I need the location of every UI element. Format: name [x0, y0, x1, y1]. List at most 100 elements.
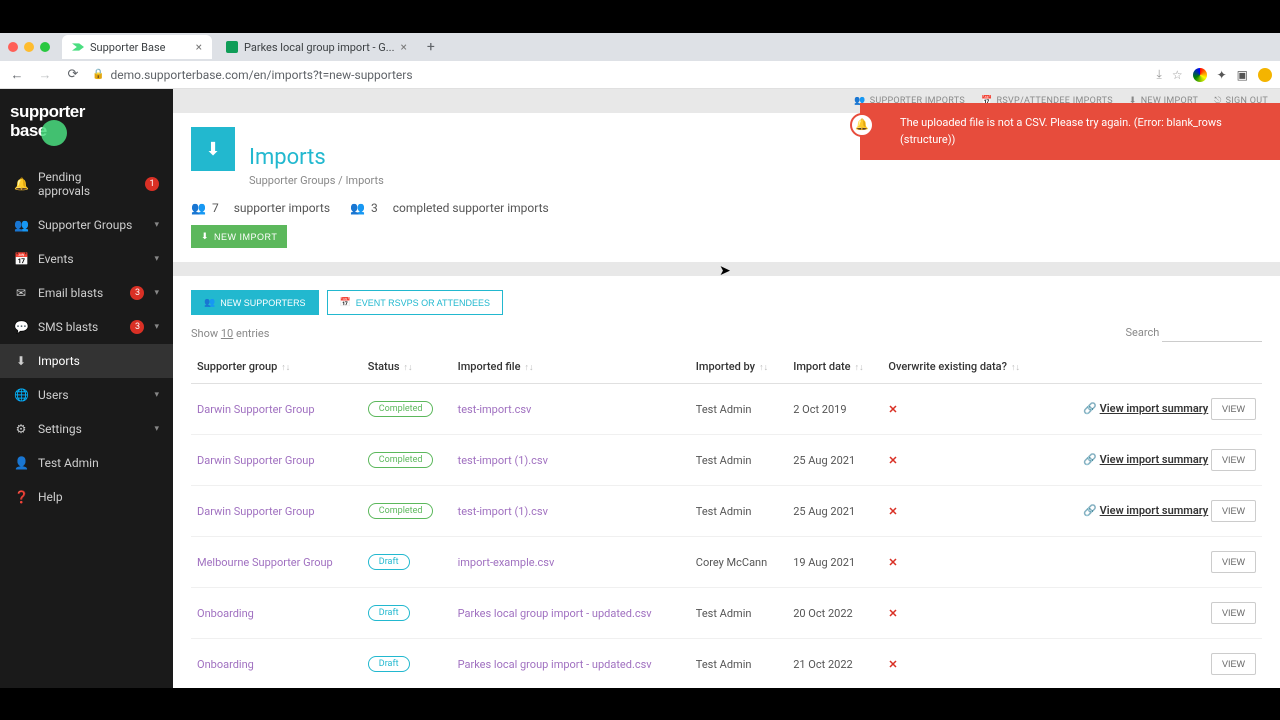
sidebar-item-settings[interactable]: ⚙Settings▾ [0, 412, 173, 446]
view-button[interactable]: VIEW [1211, 602, 1256, 624]
import-date: 2 Oct 2019 [787, 384, 882, 435]
extension-icon[interactable] [1193, 68, 1207, 82]
tab-new-supporters[interactable]: 👥NEW SUPPORTERS [191, 290, 319, 315]
extensions-icon[interactable]: ✦ [1217, 68, 1227, 82]
error-toast: 🔔 The uploaded file is not a CSV. Please… [860, 103, 1280, 160]
new-import-button[interactable]: ⬇ NEW IMPORT [191, 225, 287, 248]
url-text: demo.supporterbase.com/en/imports?t=new-… [110, 68, 412, 82]
col-overwrite[interactable]: Overwrite existing data?↑↓ [882, 350, 1048, 384]
chevron-down-icon: ▾ [154, 254, 159, 264]
cross-icon: ✕ [888, 403, 897, 416]
sms-icon: 💬 [14, 320, 28, 334]
file-link[interactable]: Parkes local group import - updated.csv [458, 658, 652, 671]
group-link[interactable]: Darwin Supporter Group [197, 454, 315, 467]
badge: 1 [145, 177, 159, 191]
view-button[interactable]: VIEW [1211, 398, 1256, 420]
col-date[interactable]: Import date↑↓ [787, 350, 882, 384]
chevron-down-icon: ▾ [154, 322, 159, 332]
col-group[interactable]: Supporter group↑↓ [191, 350, 362, 384]
logo[interactable]: supporterbase [0, 89, 173, 160]
globe-icon: 🌐 [14, 388, 28, 402]
sidebar-item-test-admin[interactable]: 👤Test Admin [0, 446, 173, 480]
window-maximize-icon[interactable] [40, 42, 50, 52]
view-button[interactable]: VIEW [1211, 449, 1256, 471]
sidebar-item-label: Settings [38, 422, 144, 436]
entries-selector[interactable]: Show 10 entries [191, 327, 269, 340]
chevron-down-icon: ▾ [154, 288, 159, 298]
table-row: Darwin Supporter GroupCompletedtest-impo… [191, 486, 1262, 537]
sidebar-item-events[interactable]: 📅Events▾ [0, 242, 173, 276]
search-input[interactable] [1162, 325, 1262, 342]
group-link[interactable]: Melbourne Supporter Group [197, 556, 333, 569]
view-button[interactable]: VIEW [1211, 500, 1256, 522]
file-link[interactable]: Parkes local group import - updated.csv [458, 607, 652, 620]
view-summary-link[interactable]: View import summary [1100, 402, 1209, 415]
panel-icon[interactable]: ▣ [1237, 68, 1248, 82]
sidebar-item-email-blasts[interactable]: ✉Email blasts3▾ [0, 276, 173, 310]
table-row: OnboardingDraftParkes local group import… [191, 639, 1262, 689]
status-badge: Draft [368, 554, 410, 570]
view-summary-link[interactable]: View import summary [1100, 504, 1209, 517]
toast-message: The uploaded file is not a CSV. Please t… [900, 116, 1222, 146]
link-icon: 🔗 [1083, 402, 1097, 415]
tab-event-rsvps[interactable]: 📅EVENT RSVPS OR ATTENDEES [327, 290, 503, 315]
calendar-icon: 📅 [14, 252, 28, 266]
breadcrumb-current: Imports [345, 174, 383, 187]
file-link[interactable]: test-import (1).csv [458, 454, 548, 467]
import-date: 21 Oct 2022 [787, 639, 882, 689]
link-icon: 🔗 [1083, 453, 1097, 466]
sidebar-item-imports[interactable]: ⬇Imports [0, 344, 173, 378]
col-by[interactable]: Imported by↑↓ [690, 350, 787, 384]
link-icon: 🔗 [1083, 504, 1097, 517]
group-link[interactable]: Onboarding [197, 658, 254, 671]
sidebar-item-pending-approvals[interactable]: 🔔Pending approvals1 [0, 160, 173, 208]
reload-button[interactable]: ⟳ [64, 67, 82, 82]
url-bar: ← → ⟳ 🔒 demo.supporterbase.com/en/import… [0, 61, 1280, 89]
file-link[interactable]: test-import.csv [458, 403, 532, 416]
sidebar-item-sms-blasts[interactable]: 💬SMS blasts3▾ [0, 310, 173, 344]
file-link[interactable]: import-example.csv [458, 556, 555, 569]
file-link[interactable]: test-import (1).csv [458, 505, 548, 518]
sidebar-item-label: Supporter Groups [38, 218, 144, 232]
view-button[interactable]: VIEW [1211, 653, 1256, 675]
sidebar-item-supporter-groups[interactable]: 👥Supporter Groups▾ [0, 208, 173, 242]
address-bar[interactable]: 🔒 demo.supporterbase.com/en/imports?t=ne… [92, 68, 1147, 82]
tab-title: Supporter Base [90, 41, 165, 54]
group-link[interactable]: Darwin Supporter Group [197, 403, 315, 416]
status-badge: Draft [368, 605, 410, 621]
sidebar-item-label: Test Admin [38, 456, 159, 470]
tab-close-icon[interactable]: × [196, 40, 202, 54]
cross-icon: ✕ [888, 505, 897, 518]
download-icon: ⬇ [14, 354, 28, 368]
download-icon: ⬇ [201, 231, 209, 242]
profile-avatar[interactable] [1258, 68, 1272, 82]
window-close-icon[interactable] [8, 42, 18, 52]
chevron-down-icon: ▾ [154, 220, 159, 230]
table-row: Melbourne Supporter Group Draft import-exa… [191, 537, 1262, 588]
col-file[interactable]: Imported file↑↓ [452, 350, 690, 384]
sidebar-item-users[interactable]: 🌐Users▾ [0, 378, 173, 412]
new-tab-button[interactable]: + [421, 37, 441, 57]
cross-icon: ✕ [888, 658, 897, 671]
group-link[interactable]: Onboarding [197, 607, 254, 620]
breadcrumb-root[interactable]: Supporter Groups [249, 174, 335, 187]
group-link[interactable]: Darwin Supporter Group [197, 505, 315, 518]
browser-tab-supporter-base[interactable]: Supporter Base × [62, 35, 212, 59]
browser-tab-sheets[interactable]: Parkes local group import - G... × [216, 35, 417, 59]
sidebar-item-label: Pending approvals [38, 170, 135, 198]
window-minimize-icon[interactable] [24, 42, 34, 52]
cross-icon: ✕ [888, 454, 897, 467]
back-button[interactable]: ← [8, 67, 26, 83]
page-title: Imports [249, 145, 384, 170]
imports-table: Supporter group↑↓ Status↑↓ Imported file… [191, 350, 1262, 688]
sidebar: supporterbase 🔔Pending approvals1👥Suppor… [0, 89, 173, 688]
view-button[interactable]: VIEW [1211, 551, 1256, 573]
forward-button[interactable]: → [36, 67, 54, 83]
install-icon[interactable]: ⤓ [1157, 67, 1162, 82]
tab-close-icon[interactable]: × [401, 40, 407, 54]
view-summary-link[interactable]: View import summary [1100, 453, 1209, 466]
star-icon[interactable]: ☆ [1172, 68, 1183, 82]
imports-table-card: 👥NEW SUPPORTERS 📅EVENT RSVPS OR ATTENDEE… [173, 276, 1280, 688]
col-status[interactable]: Status↑↓ [362, 350, 452, 384]
sidebar-item-help[interactable]: ❓Help [0, 480, 173, 514]
